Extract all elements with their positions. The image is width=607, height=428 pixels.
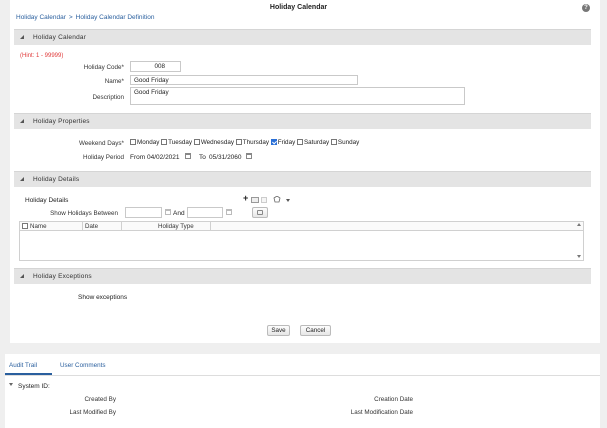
section-holiday-details[interactable]: Holiday Details	[14, 171, 591, 187]
breadcrumb: Holiday Calendar > Holiday Calendar Defini…	[16, 14, 154, 21]
scroll-down-icon[interactable]	[577, 255, 581, 258]
name-input[interactable]: Good Friday	[130, 75, 358, 85]
show-exceptions-link[interactable]: Show exceptions	[78, 294, 127, 301]
section-title: Holiday Properties	[33, 118, 90, 125]
collapse-triangle-icon[interactable]	[20, 35, 24, 39]
section-title: Holiday Exceptions	[33, 273, 92, 280]
section-holiday-exceptions[interactable]: Holiday Exceptions	[14, 268, 591, 284]
holiday-code-hint: (Hint: 1 - 99999)	[20, 53, 64, 59]
tab-divider	[5, 375, 600, 376]
last-modified-by-label: Last Modified By	[69, 409, 116, 416]
calendar-icon[interactable]	[246, 153, 252, 159]
help-icon[interactable]: ?	[582, 4, 590, 12]
checkbox-icon[interactable]	[235, 139, 242, 145]
weekend-day-monday[interactable]: Monday	[130, 139, 159, 146]
weekend-day-friday[interactable]: Friday	[270, 139, 295, 146]
checkbox-icon[interactable]	[130, 139, 136, 145]
collapse-triangle-icon[interactable]	[20, 119, 24, 123]
save-button[interactable]: Save	[267, 325, 290, 336]
description-textarea[interactable]: Good Friday	[130, 87, 465, 105]
to-label: To	[199, 154, 206, 161]
checkbox-checked-icon[interactable]	[270, 139, 277, 145]
cancel-button[interactable]: Cancel	[300, 325, 331, 336]
last-modification-date-label: Last Modification Date	[350, 409, 413, 416]
checkbox-icon[interactable]	[296, 139, 303, 145]
holiday-period-label: Holiday Period	[83, 154, 124, 161]
column-divider	[210, 222, 211, 231]
show-holidays-between-label: Show Holidays Between	[50, 210, 118, 217]
checkbox-icon[interactable]	[330, 139, 337, 145]
calendar-icon[interactable]	[185, 153, 191, 159]
to-date-value[interactable]: 05/31/2060	[209, 154, 242, 161]
search-button[interactable]	[252, 207, 268, 218]
breadcrumb-separator-icon: >	[68, 14, 73, 21]
from-date-value[interactable]: 04/02/2021	[147, 154, 180, 161]
holiday-details-subtitle: Holiday Details	[25, 197, 69, 204]
checkbox-icon[interactable]	[161, 139, 168, 145]
section-title: Holiday Details	[33, 176, 80, 183]
scroll-up-icon[interactable]	[577, 223, 581, 226]
column-divider	[121, 222, 122, 231]
section-holiday-calendar[interactable]: Holiday Calendar	[14, 29, 591, 45]
holiday-details-table: Name Date Holiday Type	[19, 221, 584, 261]
weekend-days-label: Weekend Days*	[78, 140, 124, 147]
chevron-down-icon[interactable]	[9, 383, 13, 386]
page-title: Holiday Calendar	[269, 4, 328, 11]
system-id-label: System ID:	[18, 383, 50, 390]
breadcrumb-item-definition: Holiday Calendar Definition	[75, 14, 155, 21]
weekend-days-group: Monday Tuesday Wednesday Thursday Friday…	[130, 139, 359, 146]
calendar-icon[interactable]	[226, 209, 232, 215]
checkbox-icon[interactable]	[193, 139, 200, 145]
collapse-triangle-icon[interactable]	[20, 177, 24, 181]
description-label: Description	[92, 94, 125, 101]
search-icon	[257, 210, 263, 215]
section-title: Holiday Calendar	[33, 34, 87, 41]
column-header-holiday-type[interactable]: Holiday Type	[158, 223, 194, 230]
section-holiday-properties[interactable]: Holiday Properties	[14, 113, 591, 129]
tab-audit-trail[interactable]: Audit Trail	[9, 362, 37, 369]
calendar-icon[interactable]	[165, 209, 171, 215]
name-label: Name*	[104, 78, 124, 85]
collapse-triangle-icon[interactable]	[20, 274, 24, 278]
weekend-day-saturday[interactable]: Saturday	[296, 139, 329, 146]
table-header: Name Date Holiday Type	[20, 222, 583, 231]
edit-icon[interactable]	[251, 197, 259, 203]
delete-icon[interactable]	[261, 197, 267, 203]
holidays-from-input[interactable]	[125, 207, 162, 218]
holidays-to-input[interactable]	[187, 207, 223, 218]
weekend-day-wednesday[interactable]: Wednesday	[193, 139, 234, 146]
creation-date-label: Creation Date	[374, 396, 413, 403]
column-header-name[interactable]: Name	[30, 223, 47, 230]
holiday-code-input[interactable]: 008	[130, 61, 181, 72]
tools-icon[interactable]	[273, 195, 281, 203]
column-header-date[interactable]: Date	[85, 223, 98, 230]
from-label: From	[130, 154, 146, 161]
tab-user-comments[interactable]: User Comments	[60, 362, 106, 369]
select-all-checkbox-icon[interactable]	[22, 223, 28, 229]
weekend-day-sunday[interactable]: Sunday	[330, 139, 359, 146]
breadcrumb-item-holiday-calendar[interactable]: Holiday Calendar	[16, 14, 66, 21]
holiday-code-label: Holiday Code*	[83, 64, 124, 71]
created-by-label: Created By	[84, 396, 117, 403]
weekend-day-tuesday[interactable]: Tuesday	[161, 139, 192, 146]
weekend-day-thursday[interactable]: Thursday	[235, 139, 269, 146]
add-icon[interactable]: +	[243, 194, 248, 203]
column-divider	[82, 222, 83, 231]
dropdown-arrow-icon[interactable]	[286, 199, 290, 202]
and-label: And	[173, 210, 185, 217]
